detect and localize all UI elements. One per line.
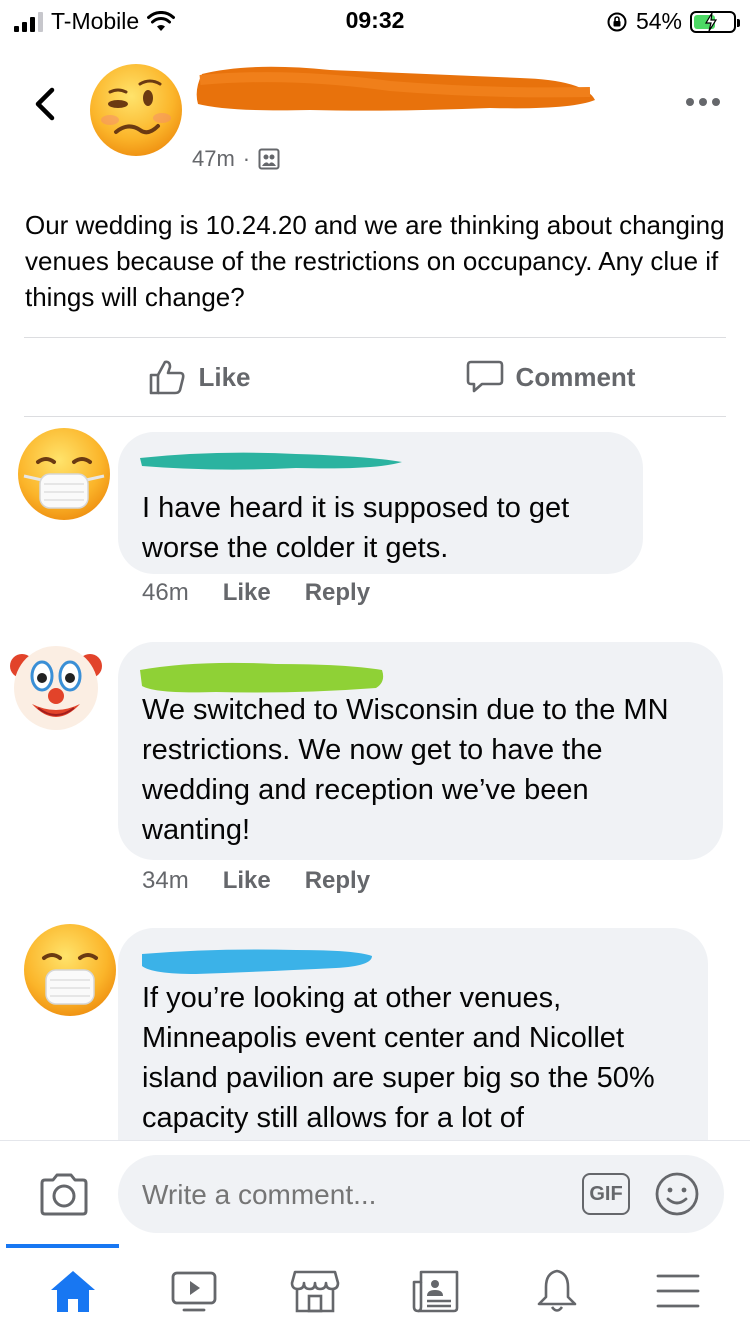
comment-box: GIF xyxy=(118,1155,724,1233)
comment-input[interactable] xyxy=(142,1179,542,1211)
comment-reply-button[interactable]: Reply xyxy=(305,579,370,607)
menu-icon xyxy=(656,1274,699,1308)
comment-meta: 34m Like Reply xyxy=(142,867,370,895)
tab-marketplace[interactable] xyxy=(285,1261,345,1321)
meta-separator: · xyxy=(242,146,251,171)
back-button[interactable] xyxy=(30,84,60,124)
comment-meta: 46m Like Reply xyxy=(142,579,370,607)
post-text: Our wedding is 10.24.20 and we are think… xyxy=(25,210,725,312)
comment-bubble: If you’re looking at other venues, Minne… xyxy=(118,928,708,1140)
comment-composer: GIF xyxy=(0,1140,750,1246)
rotation-lock-icon xyxy=(607,12,627,31)
divider xyxy=(24,416,726,417)
post-time[interactable]: 47m xyxy=(192,146,235,172)
comment-like-button[interactable]: Like xyxy=(223,579,271,607)
emoji-icon[interactable] xyxy=(654,1171,700,1217)
gif-button[interactable]: GIF xyxy=(582,1173,630,1215)
post-header: 47m · xyxy=(0,50,750,180)
status-bar: T-Mobile 09:32 54% xyxy=(0,0,750,42)
marketplace-icon xyxy=(290,1270,339,1313)
comment-bubble-icon xyxy=(466,360,503,393)
comment-label: Comment xyxy=(515,361,636,392)
tab-news[interactable] xyxy=(406,1261,466,1321)
comment-bubble: We switched to Wisconsin due to the MN r… xyxy=(118,642,723,860)
like-label: Like xyxy=(198,361,251,392)
comment-bubble: I have heard it is supposed to get worse… xyxy=(118,432,643,574)
mask-face-avatar[interactable] xyxy=(22,922,118,1018)
thumbs-up-icon xyxy=(150,360,185,395)
comment-time[interactable]: 46m xyxy=(142,579,189,607)
comment-like-button[interactable]: Like xyxy=(223,867,271,895)
commenter-name-redacted[interactable] xyxy=(136,658,386,698)
group-audience-icon xyxy=(258,148,280,170)
author-avatar[interactable] xyxy=(88,62,184,158)
bell-icon xyxy=(537,1269,576,1312)
tab-notifications[interactable] xyxy=(527,1261,587,1321)
author-name-redacted[interactable] xyxy=(190,60,600,116)
like-button[interactable]: Like xyxy=(24,338,375,416)
comment-time[interactable]: 34m xyxy=(142,867,189,895)
tab-bar xyxy=(0,1248,750,1334)
more-options-button[interactable] xyxy=(686,98,720,106)
clown-face-avatar[interactable] xyxy=(8,638,104,734)
commenter-name-redacted[interactable] xyxy=(136,944,376,980)
post-actions: Like Comment xyxy=(24,338,726,416)
camera-button[interactable] xyxy=(38,1171,90,1217)
commenter-name-redacted[interactable] xyxy=(136,448,406,474)
news-icon xyxy=(412,1270,458,1313)
comment-button[interactable]: Comment xyxy=(375,338,726,416)
comment: If you’re looking at other venues, Minne… xyxy=(0,918,750,1140)
mask-face-avatar[interactable] xyxy=(16,426,112,522)
battery-icon xyxy=(690,10,740,33)
tab-watch[interactable] xyxy=(164,1261,224,1321)
watch-icon xyxy=(171,1271,216,1312)
home-icon xyxy=(50,1271,95,1312)
battery-percent: 54% xyxy=(635,8,682,34)
tab-menu[interactable] xyxy=(648,1261,708,1321)
comment-reply-button[interactable]: Reply xyxy=(305,867,370,895)
tab-home[interactable] xyxy=(43,1261,103,1321)
